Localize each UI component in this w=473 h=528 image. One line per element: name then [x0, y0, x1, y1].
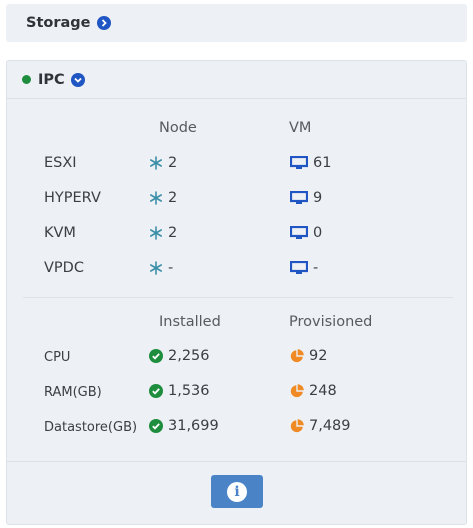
status-dot — [22, 75, 31, 84]
hypervisor-name: ESXI — [44, 155, 77, 171]
chevron-right-icon[interactable] — [96, 16, 111, 30]
provisioned-cell: 92 — [290, 348, 327, 364]
resource-name: CPU — [44, 350, 71, 365]
pie-chart-icon — [290, 384, 304, 398]
node-count: - — [168, 260, 174, 276]
vm-count: - — [313, 260, 319, 276]
vm-count-cell: 61 — [290, 155, 331, 171]
snowflake-icon — [149, 156, 163, 170]
installed-column-header: Installed — [159, 314, 221, 330]
info-button[interactable]: i — [211, 475, 263, 508]
installed-cell: 2,256 — [149, 348, 210, 364]
vm-column-header: VM — [289, 120, 312, 136]
vm-count-cell: 0 — [290, 225, 322, 241]
storage-title: Storage — [26, 15, 91, 31]
installed-value: 1,536 — [168, 383, 210, 399]
monitor-icon — [290, 226, 308, 240]
hypervisor-name: HYPERV — [44, 190, 101, 206]
provisioned-value: 7,489 — [309, 418, 351, 434]
vm-count: 61 — [313, 155, 332, 171]
node-count-cell: 2 — [149, 225, 177, 241]
ipc-section-header[interactable]: IPC — [7, 61, 466, 99]
check-circle-icon — [149, 419, 163, 433]
provisioned-cell: 7,489 — [290, 418, 351, 434]
pie-chart-icon — [290, 349, 304, 363]
snowflake-icon — [149, 226, 163, 240]
check-circle-icon — [149, 349, 163, 363]
node-count: 2 — [168, 190, 178, 206]
monitor-icon — [290, 261, 308, 275]
ipc-title: IPC — [38, 71, 65, 88]
node-count: 2 — [168, 155, 178, 171]
vm-count: 9 — [313, 190, 323, 206]
installed-value: 31,699 — [168, 418, 219, 434]
provisioned-value: 92 — [309, 348, 328, 364]
installed-cell: 31,699 — [149, 418, 219, 434]
vm-count-cell: - — [290, 260, 318, 276]
installed-value: 2,256 — [168, 348, 210, 364]
node-count: 2 — [168, 225, 178, 241]
vm-count: 0 — [313, 225, 323, 241]
ipc-panel: IPC Node VM ESXI 2 61 HYPERV 2 9 KVM 2 0… — [6, 60, 467, 525]
hypervisor-name: VPDC — [44, 260, 84, 276]
node-count-cell: 2 — [149, 155, 177, 171]
node-count-cell: 2 — [149, 190, 177, 206]
section-divider — [23, 297, 453, 298]
installed-cell: 1,536 — [149, 383, 210, 399]
snowflake-icon — [149, 261, 163, 275]
chevron-down-icon[interactable] — [70, 72, 85, 87]
provisioned-cell: 248 — [290, 383, 337, 399]
node-column-header: Node — [159, 120, 197, 136]
footer-divider — [7, 461, 466, 462]
node-count-cell: - — [149, 260, 173, 276]
pie-chart-icon — [290, 419, 304, 433]
vm-count-cell: 9 — [290, 190, 322, 206]
resource-name: Datastore(GB) — [44, 420, 138, 435]
snowflake-icon — [149, 191, 163, 205]
hypervisor-name: KVM — [44, 225, 76, 241]
provisioned-column-header: Provisioned — [289, 314, 373, 330]
storage-section-header[interactable]: Storage — [6, 4, 467, 42]
check-circle-icon — [149, 384, 163, 398]
monitor-icon — [290, 156, 308, 170]
monitor-icon — [290, 191, 308, 205]
info-icon: i — [227, 481, 247, 502]
resource-name: RAM(GB) — [44, 385, 102, 400]
provisioned-value: 248 — [309, 383, 337, 399]
